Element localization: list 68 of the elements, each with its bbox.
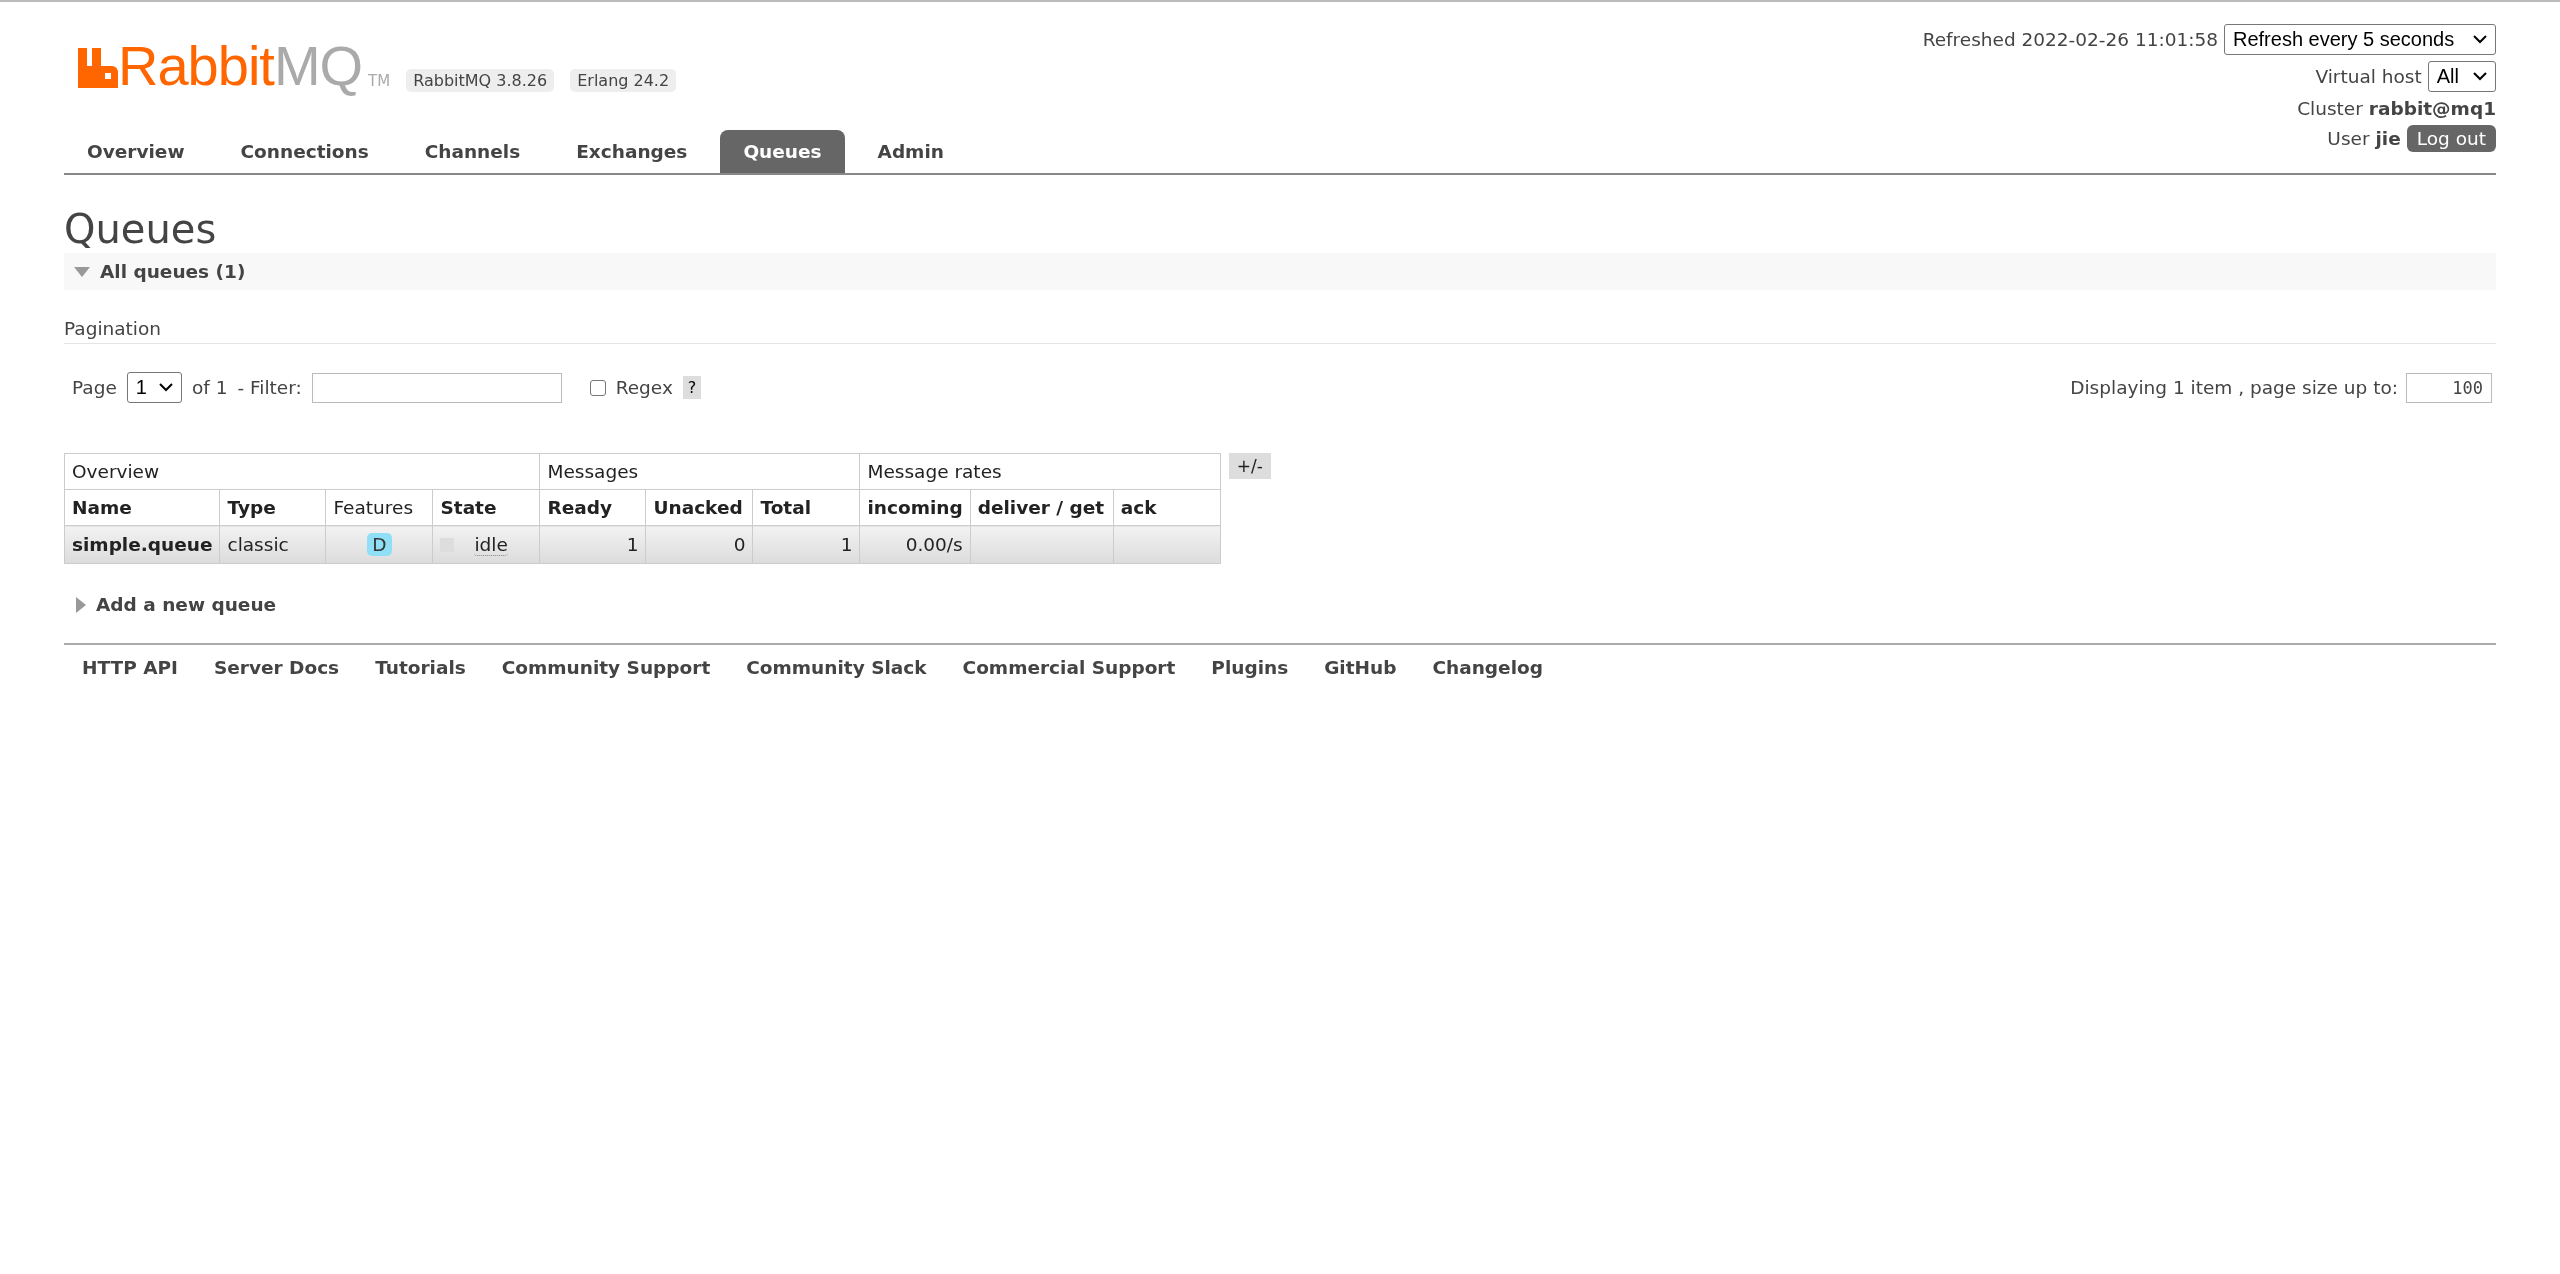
collapse-triangle-icon (74, 266, 90, 277)
dropdown-caret-icon (2473, 72, 2487, 81)
add-queue-toggle[interactable]: Add a new queue (64, 594, 2496, 615)
table-cell: 1 (539, 525, 646, 564)
help-button[interactable]: ? (682, 376, 702, 399)
page-select[interactable]: 1 (126, 372, 182, 403)
version-badge: Erlang 24.2 (570, 69, 677, 92)
footer-link[interactable]: Commercial Support (962, 657, 1176, 678)
table-cell: classic (219, 525, 326, 564)
column-header: Features (325, 489, 433, 526)
nav-tab[interactable]: Connections (217, 130, 392, 173)
column-header[interactable]: Name (64, 489, 220, 526)
nav-tab[interactable]: Channels (401, 130, 544, 173)
footer-link[interactable]: Community Support (501, 657, 711, 678)
filter-input-field[interactable] (311, 372, 562, 403)
user-label: User (2327, 128, 2370, 149)
nav-tab[interactable]: Queues (720, 130, 845, 173)
trademark-mark: TM (368, 72, 391, 90)
table-cell: 0 (645, 525, 753, 564)
column-header[interactable]: Ready (539, 489, 646, 526)
footer-link[interactable]: Changelog (1432, 657, 1543, 678)
virtual-host-label: Virtual host (2315, 66, 2422, 87)
queue-name-link[interactable]: simple.queue (64, 525, 220, 564)
column-group-header: Message rates (859, 453, 1221, 490)
column-header[interactable]: Total (752, 489, 860, 526)
footer-link[interactable]: HTTP API (82, 657, 178, 678)
nav-tab[interactable]: Overview (64, 130, 208, 173)
version-badge: RabbitMQ 3.8.26 (406, 69, 555, 92)
displaying-text: Displaying 1 item , page size up to: (2070, 377, 2398, 398)
durable-tag: D (367, 533, 392, 556)
regex-checkbox[interactable] (589, 379, 606, 396)
footer-link[interactable]: Server Docs (213, 657, 340, 678)
nav-tab[interactable]: Admin (854, 130, 967, 173)
dropdown-caret-icon (158, 383, 173, 392)
page-title: Queues (64, 207, 218, 251)
column-group-header: Messages (539, 453, 860, 490)
page-count: of 1 (191, 377, 228, 398)
column-header[interactable]: incoming (859, 489, 971, 526)
logout-button[interactable]: Log out (2406, 125, 2496, 152)
refreshed-time: Refreshed 2022-02-26 11:01:58 (1922, 29, 2218, 50)
virtual-host-select[interactable]: All (2427, 61, 2496, 92)
table-cell: 0.00/s (859, 525, 971, 564)
page-size-field[interactable]: 100 (2406, 372, 2492, 403)
column-header[interactable]: ack (1113, 489, 1221, 526)
dropdown-caret-icon (2473, 35, 2487, 44)
user-name: jie (2375, 128, 2401, 149)
expand-triangle-icon (76, 596, 86, 613)
regex-label: Regex (615, 377, 673, 398)
filter-label: - Filter: (237, 377, 302, 398)
cluster-label: Cluster (2297, 98, 2363, 119)
page-label: Page (72, 377, 117, 398)
column-header[interactable]: Type (219, 489, 326, 526)
footer-link[interactable]: Plugins (1211, 657, 1289, 678)
nav-tab[interactable]: Exchanges (553, 130, 711, 173)
queue-state: idle (474, 533, 508, 556)
footer-link[interactable]: Tutorials (375, 657, 466, 678)
footer-link[interactable]: GitHub (1324, 657, 1397, 678)
pagination-heading: Pagination (64, 318, 162, 339)
column-header[interactable]: Unacked (645, 489, 753, 526)
table-cell: 1 (752, 525, 860, 564)
column-header[interactable]: State (432, 489, 540, 526)
cluster-name: rabbit@mq1 (2368, 98, 2496, 119)
refresh-interval-select[interactable]: Refresh every 5 seconds (2224, 24, 2496, 55)
section-header[interactable]: All queues (1) (64, 253, 2496, 290)
column-header[interactable]: deliver / get (970, 489, 1114, 526)
column-group-header: Overview (64, 453, 540, 490)
column-toggle-button[interactable]: +/- (1228, 453, 1271, 479)
footer-link[interactable]: Community Slack (746, 657, 927, 678)
